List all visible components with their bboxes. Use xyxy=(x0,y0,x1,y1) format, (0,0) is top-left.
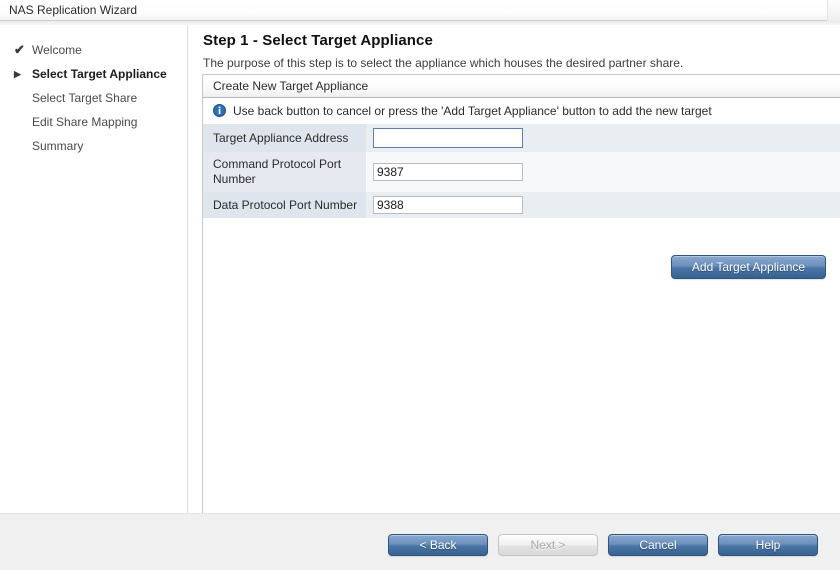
info-bar: Use back button to cancel or press the '… xyxy=(203,98,840,124)
sidebar-item-label: Select Target Share xyxy=(32,91,138,105)
sidebar-item-select-target-share[interactable]: Select Target Share xyxy=(0,86,188,110)
next-button: Next > xyxy=(498,534,598,556)
chevron-right-icon: ▶ xyxy=(14,69,21,79)
step-list: ✔ Welcome ▶ Select Target Appliance Sele… xyxy=(0,38,188,158)
cancel-button[interactable]: Cancel xyxy=(608,534,708,556)
field-cell xyxy=(366,124,840,152)
table-row: Command Protocol Port Number xyxy=(203,152,840,192)
appliance-form-table: Target Appliance Address Command Protoco… xyxy=(203,124,840,218)
page-title: Step 1 - Select Target Appliance xyxy=(203,32,433,49)
step-marker-none xyxy=(14,110,28,134)
check-icon: ✔ xyxy=(14,42,25,57)
step-marker-none xyxy=(14,134,28,158)
sidebar-item-label: Summary xyxy=(32,139,84,153)
page-description: The purpose of this step is to select th… xyxy=(203,56,684,70)
window-corner-decoration xyxy=(827,0,840,21)
help-button[interactable]: Help xyxy=(718,534,818,556)
wizard-body: ✔ Welcome ▶ Select Target Appliance Sele… xyxy=(0,25,840,570)
field-label-target-appliance-address: Target Appliance Address xyxy=(203,124,366,152)
sidebar-item-welcome[interactable]: ✔ Welcome xyxy=(0,38,188,62)
sidebar-item-label: Edit Share Mapping xyxy=(32,115,138,129)
command-protocol-port-input[interactable] xyxy=(373,163,523,181)
sidebar-item-label: Select Target Appliance xyxy=(32,67,167,81)
field-label-data-protocol-port-number: Data Protocol Port Number xyxy=(203,192,366,218)
back-button[interactable]: < Back xyxy=(388,534,488,556)
add-target-appliance-button[interactable]: Add Target Appliance xyxy=(671,255,826,279)
table-row: Data Protocol Port Number xyxy=(203,192,840,218)
sidebar-item-summary[interactable]: Summary xyxy=(0,134,188,158)
sidebar-item-label: Welcome xyxy=(32,43,82,57)
info-message: Use back button to cancel or press the '… xyxy=(233,104,712,118)
table-row: Target Appliance Address xyxy=(203,124,840,152)
create-target-appliance-panel: Create New Target Appliance Use back but… xyxy=(202,74,840,538)
wizard-steps-sidebar: ✔ Welcome ▶ Select Target Appliance Sele… xyxy=(0,25,188,570)
target-appliance-address-input[interactable] xyxy=(373,128,523,148)
panel-header: Create New Target Appliance xyxy=(203,75,840,98)
window-title: NAS Replication Wizard xyxy=(9,3,138,17)
field-label-command-protocol-port-number: Command Protocol Port Number xyxy=(203,152,366,192)
sidebar-item-select-target-appliance[interactable]: ▶ Select Target Appliance xyxy=(0,62,188,86)
window-titlebar: NAS Replication Wizard xyxy=(0,0,840,21)
wizard-footer: < Back Next > Cancel Help xyxy=(0,513,840,570)
data-protocol-port-input[interactable] xyxy=(373,196,523,214)
wizard-content: Step 1 - Select Target Appliance The pur… xyxy=(189,25,840,570)
step-marker-none xyxy=(14,86,28,110)
add-button-row: Add Target Appliance xyxy=(203,255,840,285)
info-circle-icon xyxy=(213,104,226,117)
wizard-window: NAS Replication Wizard ✔ Welcome ▶ Selec… xyxy=(0,0,840,570)
field-cell xyxy=(366,192,840,218)
sidebar-item-edit-share-mapping[interactable]: Edit Share Mapping xyxy=(0,110,188,134)
footer-button-group: < Back Next > Cancel Help xyxy=(388,534,818,556)
field-cell xyxy=(366,152,840,192)
